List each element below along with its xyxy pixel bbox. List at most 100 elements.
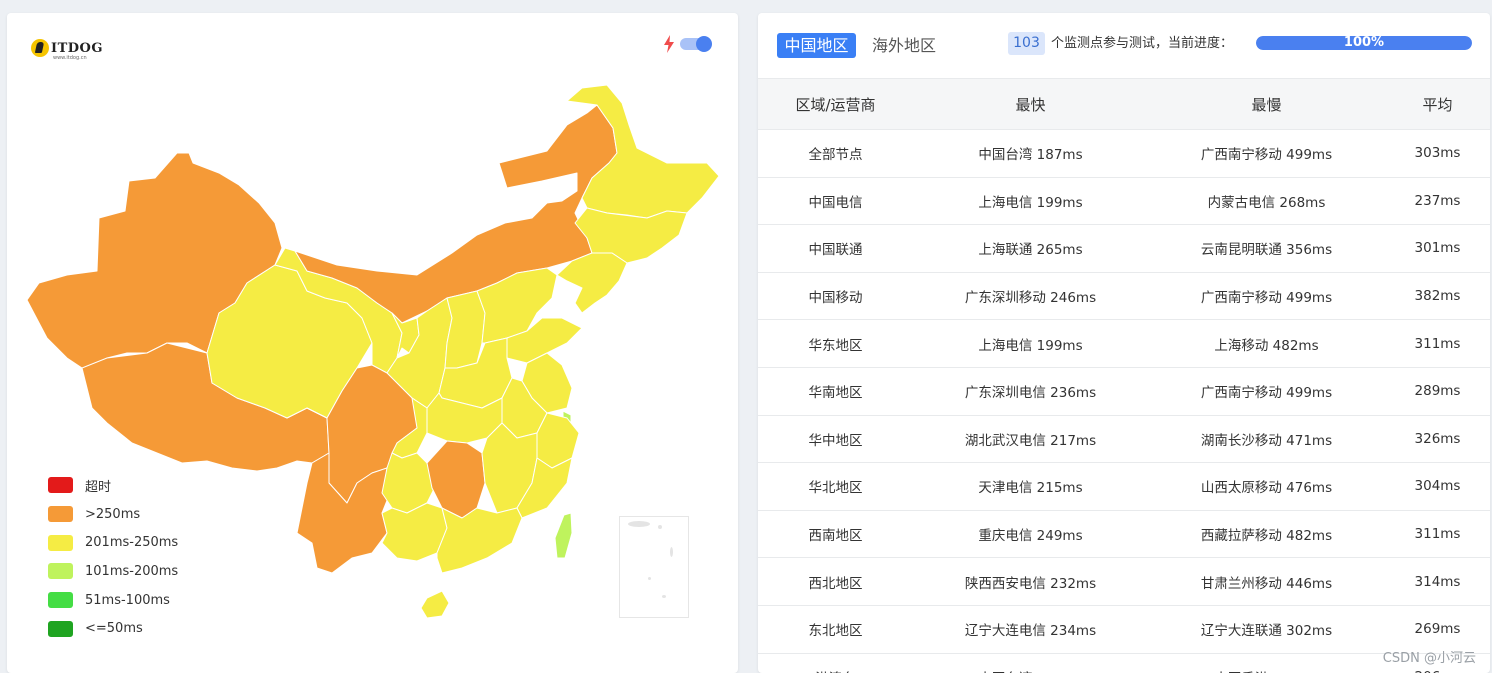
cell-slowest: 广西南宁移动 499ms bbox=[1148, 272, 1385, 320]
region-zhejiang[interactable] bbox=[537, 413, 579, 468]
region-shanxi[interactable] bbox=[445, 291, 485, 368]
cell-slowest: 中国香港 226ms bbox=[1148, 653, 1385, 673]
table-header-row: 区域/运营商 最快 最慢 平均 bbox=[758, 79, 1490, 130]
table-row[interactable]: 华南地区广东深圳电信 236ms广西南宁移动 499ms289ms bbox=[758, 367, 1490, 415]
legend-item-over-250[interactable]: >250ms bbox=[48, 500, 178, 529]
cell-slowest: 云南昆明联通 356ms bbox=[1148, 225, 1385, 273]
cell-region: 华南地区 bbox=[758, 367, 913, 415]
legend-label: <=50ms bbox=[85, 621, 143, 636]
table-row[interactable]: 华中地区湖北武汉电信 217ms湖南长沙移动 471ms326ms bbox=[758, 415, 1490, 463]
table-row[interactable]: 西南地区重庆电信 249ms西藏拉萨移动 482ms311ms bbox=[758, 510, 1490, 558]
table-row[interactable]: 华东地区上海电信 199ms上海移动 482ms311ms bbox=[758, 320, 1490, 368]
cell-slowest: 内蒙古电信 268ms bbox=[1148, 177, 1385, 225]
legend-item-51-100[interactable]: 51ms-100ms bbox=[48, 586, 178, 615]
region-taiwan[interactable] bbox=[555, 513, 572, 558]
legend-item-timeout[interactable]: 超时 bbox=[48, 471, 178, 500]
tab-overseas[interactable]: 海外地区 bbox=[872, 33, 936, 58]
cell-average: 301ms bbox=[1385, 225, 1490, 273]
cell-region: 华北地区 bbox=[758, 463, 913, 511]
cell-average: 304ms bbox=[1385, 463, 1490, 511]
region-guangdong[interactable] bbox=[437, 508, 522, 573]
cell-slowest: 上海移动 482ms bbox=[1148, 320, 1385, 368]
legend-item-201-250[interactable]: 201ms-250ms bbox=[48, 528, 178, 557]
inset-shape bbox=[628, 521, 650, 527]
node-count-text: 个监测点参与测试，当前进度： bbox=[1051, 32, 1233, 55]
cell-region: 西北地区 bbox=[758, 558, 913, 606]
cell-region: 中国联通 bbox=[758, 225, 913, 273]
legend-item-101-200[interactable]: 101ms-200ms bbox=[48, 557, 178, 586]
inset-shape bbox=[648, 577, 651, 580]
tab-china[interactable]: 中国地区 bbox=[777, 33, 856, 58]
cell-slowest: 山西太原移动 476ms bbox=[1148, 463, 1385, 511]
table-row[interactable]: 华北地区天津电信 215ms山西太原移动 476ms304ms bbox=[758, 463, 1490, 511]
legend-swatch bbox=[48, 506, 73, 522]
progress-label: 100% bbox=[1256, 36, 1472, 50]
cell-region: 港澳台 bbox=[758, 653, 913, 673]
cell-average: 289ms bbox=[1385, 367, 1490, 415]
cell-average: 303ms bbox=[1385, 130, 1490, 178]
cell-slowest: 甘肃兰州移动 446ms bbox=[1148, 558, 1385, 606]
latency-legend: 超时 >250ms 201ms-250ms 101ms-200ms 51ms-1… bbox=[48, 471, 178, 643]
table-body: 全部节点中国台湾 187ms广西南宁移动 499ms303ms中国电信上海电信 … bbox=[758, 130, 1490, 673]
south-china-sea-inset bbox=[619, 516, 689, 618]
column-header-slowest[interactable]: 最慢 bbox=[1148, 79, 1385, 130]
inset-shape bbox=[658, 525, 662, 529]
cell-region: 华中地区 bbox=[758, 415, 913, 463]
table-row[interactable]: 中国联通上海联通 265ms云南昆明联通 356ms301ms bbox=[758, 225, 1490, 273]
cell-region: 华东地区 bbox=[758, 320, 913, 368]
cell-fastest: 广东深圳移动 246ms bbox=[913, 272, 1148, 320]
table-row[interactable]: 东北地区辽宁大连电信 234ms辽宁大连联通 302ms269ms bbox=[758, 605, 1490, 653]
test-progress-bar: 100% bbox=[1256, 36, 1472, 50]
table-row[interactable]: 中国移动广东深圳移动 246ms广西南宁移动 499ms382ms bbox=[758, 272, 1490, 320]
cell-region: 东北地区 bbox=[758, 605, 913, 653]
table-row[interactable]: 西北地区陕西西安电信 232ms甘肃兰州移动 446ms314ms bbox=[758, 558, 1490, 606]
csdn-watermark: CSDN @小河云 bbox=[1383, 647, 1476, 666]
cell-region: 中国移动 bbox=[758, 272, 913, 320]
cell-fastest: 天津电信 215ms bbox=[913, 463, 1148, 511]
cell-slowest: 西藏拉萨移动 482ms bbox=[1148, 510, 1385, 558]
cell-average: 326ms bbox=[1385, 415, 1490, 463]
cell-slowest: 广西南宁移动 499ms bbox=[1148, 130, 1385, 178]
legend-swatch bbox=[48, 535, 73, 551]
column-header-average[interactable]: 平均 bbox=[1385, 79, 1490, 130]
column-header-region[interactable]: 区域/运营商 bbox=[758, 79, 913, 130]
results-card: 中国地区 海外地区 103 个监测点参与测试，当前进度： 100% 区域/运营商… bbox=[758, 13, 1490, 673]
inset-shape bbox=[662, 595, 666, 598]
cell-average: 311ms bbox=[1385, 510, 1490, 558]
cell-fastest: 上海电信 199ms bbox=[913, 177, 1148, 225]
cell-fastest: 中国台湾 187ms bbox=[913, 130, 1148, 178]
results-table: 区域/运营商 最快 最慢 平均 全部节点中国台湾 187ms广西南宁移动 499… bbox=[758, 78, 1490, 673]
cell-region: 西南地区 bbox=[758, 510, 913, 558]
cell-slowest: 湖南长沙移动 471ms bbox=[1148, 415, 1385, 463]
cell-fastest: 上海电信 199ms bbox=[913, 320, 1148, 368]
legend-label: 201ms-250ms bbox=[85, 535, 178, 550]
table-row[interactable]: 全部节点中国台湾 187ms广西南宁移动 499ms303ms bbox=[758, 130, 1490, 178]
cell-region: 全部节点 bbox=[758, 130, 913, 178]
legend-swatch bbox=[48, 563, 73, 579]
cell-slowest: 辽宁大连联通 302ms bbox=[1148, 605, 1385, 653]
legend-label: >250ms bbox=[85, 507, 140, 522]
column-header-fastest[interactable]: 最快 bbox=[913, 79, 1148, 130]
cell-slowest: 广西南宁移动 499ms bbox=[1148, 367, 1385, 415]
cell-fastest: 广东深圳电信 236ms bbox=[913, 367, 1148, 415]
cell-fastest: 中国台湾 187ms bbox=[913, 653, 1148, 673]
cell-average: 269ms bbox=[1385, 605, 1490, 653]
cell-average: 314ms bbox=[1385, 558, 1490, 606]
cell-average: 382ms bbox=[1385, 272, 1490, 320]
table-row[interactable]: 中国电信上海电信 199ms内蒙古电信 268ms237ms bbox=[758, 177, 1490, 225]
legend-label: 101ms-200ms bbox=[85, 564, 178, 579]
cell-average: 237ms bbox=[1385, 177, 1490, 225]
cell-fastest: 辽宁大连电信 234ms bbox=[913, 605, 1148, 653]
cell-fastest: 湖北武汉电信 217ms bbox=[913, 415, 1148, 463]
map-card: ITDOG www.itdog.cn bbox=[7, 13, 738, 673]
legend-swatch bbox=[48, 621, 73, 637]
cell-average: 311ms bbox=[1385, 320, 1490, 368]
legend-label: 超时 bbox=[85, 476, 111, 495]
region-hainan[interactable] bbox=[421, 591, 449, 618]
inset-shape bbox=[670, 547, 673, 557]
legend-item-under-50[interactable]: <=50ms bbox=[48, 614, 178, 643]
table-row[interactable]: 港澳台中国台湾 187ms中国香港 226ms206ms bbox=[758, 653, 1490, 673]
legend-label: 51ms-100ms bbox=[85, 593, 170, 608]
legend-swatch bbox=[48, 592, 73, 608]
cell-region: 中国电信 bbox=[758, 177, 913, 225]
